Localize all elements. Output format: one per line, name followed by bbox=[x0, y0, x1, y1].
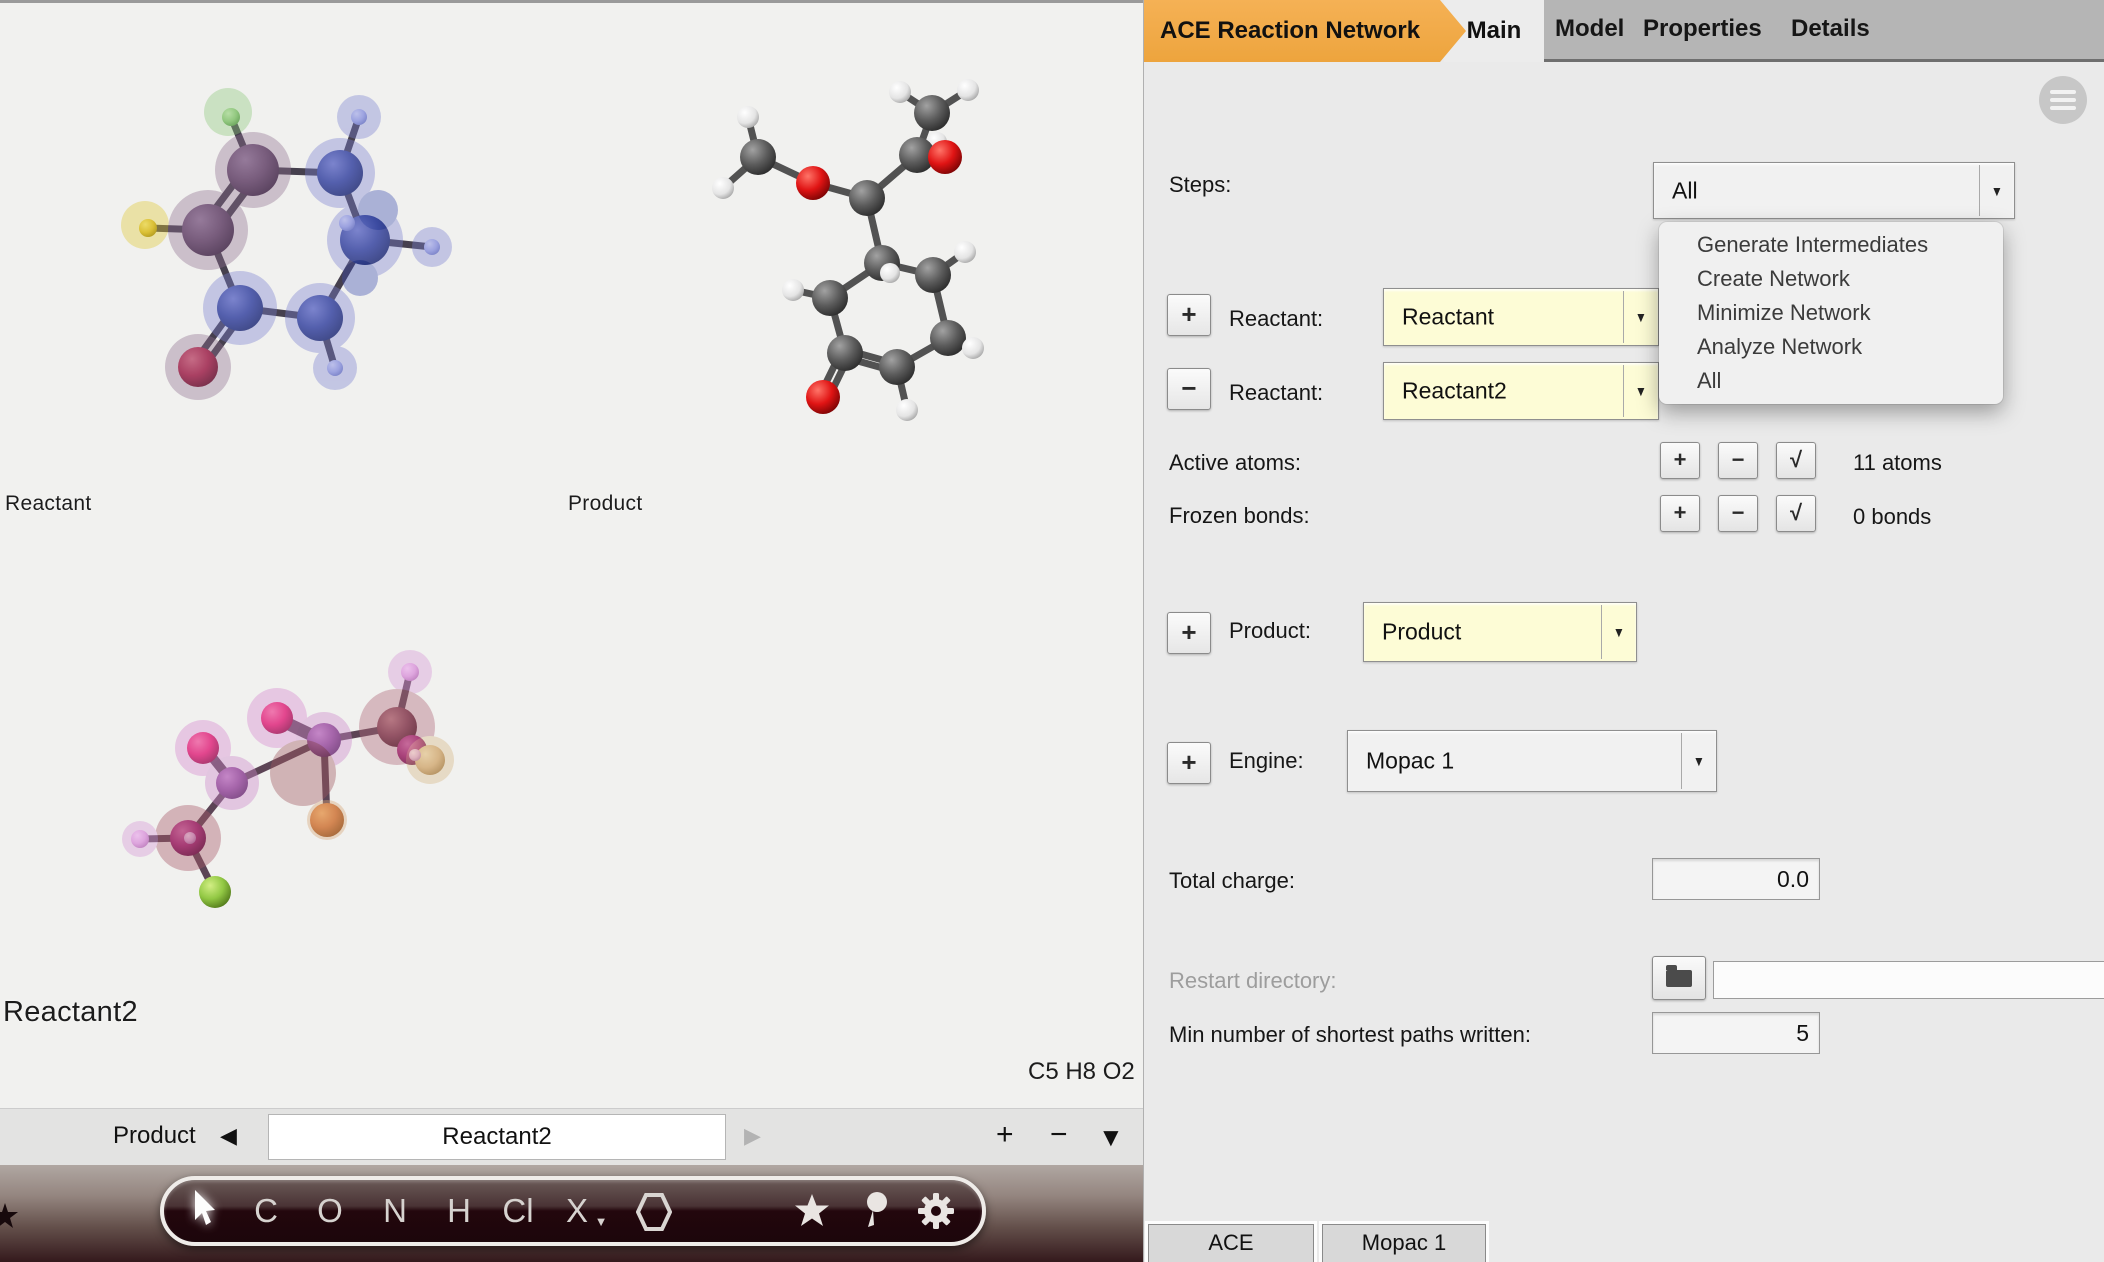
reactant1-label: Reactant: bbox=[1229, 306, 1324, 331]
viewport-nav-bar: Product ◀ ▶ + − ▼ bbox=[0, 1108, 1143, 1166]
frozen-bonds-confirm-button[interactable]: √ bbox=[1776, 495, 1816, 532]
menu-item-generate-intermediates[interactable]: Generate Intermediates bbox=[1659, 228, 2003, 262]
reactant-molecule[interactable] bbox=[60, 60, 480, 430]
element-x-caret-icon[interactable]: ▼ bbox=[595, 1214, 608, 1229]
steps-label: Steps: bbox=[1169, 172, 1232, 197]
reactant2-molecule[interactable] bbox=[100, 630, 580, 970]
prev-structure-label: Product bbox=[113, 1122, 196, 1149]
product-label: Product bbox=[568, 492, 643, 515]
active-atoms-count: 11 atoms bbox=[1853, 450, 1942, 475]
settings-gear-icon[interactable] bbox=[916, 1191, 956, 1231]
panel-menu-icon[interactable] bbox=[2039, 76, 2087, 124]
panel-tab-bar: Model Properties Details bbox=[1543, 0, 2104, 62]
element-button-h[interactable]: H bbox=[447, 1192, 471, 1230]
chemical-formula: C5 H8 O2 bbox=[1028, 1058, 1135, 1085]
frozen-bonds-remove-button[interactable]: − bbox=[1718, 495, 1758, 532]
menu-item-minimize-network[interactable]: Minimize Network bbox=[1659, 296, 2003, 330]
reactant2-row-label: Reactant: bbox=[1229, 380, 1324, 405]
probe-tool-icon[interactable] bbox=[862, 1191, 890, 1231]
product-row-label: Product: bbox=[1229, 618, 1311, 643]
element-button-o[interactable]: O bbox=[317, 1192, 343, 1230]
product-dropdown[interactable]: Product ▼ bbox=[1363, 602, 1637, 662]
favorites-star-icon[interactable] bbox=[794, 1193, 830, 1229]
background-star-icon bbox=[0, 1203, 18, 1228]
panel-title-tab[interactable]: ACE Reaction Network bbox=[1144, 0, 1466, 62]
menu-item-analyze-network[interactable]: Analyze Network bbox=[1659, 330, 2003, 364]
active-atoms-add-button[interactable]: + bbox=[1660, 442, 1700, 479]
reactant2-dropdown-arrow-icon[interactable]: ▼ bbox=[1623, 365, 1658, 417]
add-engine-button[interactable]: + bbox=[1167, 742, 1211, 784]
menu-item-all[interactable]: All bbox=[1659, 364, 2003, 398]
ring-tool-icon[interactable] bbox=[636, 1193, 672, 1231]
min-paths-input[interactable] bbox=[1652, 1012, 1820, 1054]
editor-toolbar-strip: C O N H Cl X ▼ bbox=[0, 1165, 1143, 1262]
molecule-viewport[interactable]: Reactant Product Reactant2 C5 H8 O2 Prod… bbox=[0, 0, 1143, 1262]
product-dropdown-arrow-icon[interactable]: ▼ bbox=[1601, 605, 1636, 659]
restart-directory-input[interactable] bbox=[1713, 961, 2104, 999]
engine-dropdown-arrow-icon[interactable]: ▼ bbox=[1681, 733, 1716, 789]
zoom-out-button[interactable]: − bbox=[1050, 1118, 1068, 1152]
next-structure-button[interactable]: ▶ bbox=[744, 1123, 761, 1149]
frozen-bonds-add-button[interactable]: + bbox=[1660, 495, 1700, 532]
element-button-c[interactable]: C bbox=[254, 1192, 278, 1230]
min-paths-label: Min number of shortest paths written: bbox=[1169, 1022, 1531, 1047]
viewport-top-divider bbox=[0, 0, 1143, 3]
tab-properties[interactable]: Properties bbox=[1643, 15, 1762, 43]
product-molecule[interactable] bbox=[690, 60, 1120, 480]
remove-reactant-button[interactable]: − bbox=[1167, 368, 1211, 410]
reactant2-label: Reactant2 bbox=[3, 996, 138, 1028]
current-structure-input[interactable] bbox=[268, 1114, 726, 1160]
reactant1-dropdown[interactable]: Reactant ▼ bbox=[1383, 288, 1659, 346]
zoom-in-button[interactable]: + bbox=[996, 1118, 1014, 1152]
frozen-bonds-count: 0 bonds bbox=[1853, 504, 1932, 529]
total-charge-label: Total charge: bbox=[1169, 868, 1295, 893]
engine-dropdown[interactable]: Mopac 1 ▼ bbox=[1347, 730, 1717, 792]
application-window: Reactant Product Reactant2 C5 H8 O2 Prod… bbox=[0, 0, 2104, 1262]
prev-structure-button[interactable]: ◀ bbox=[220, 1123, 237, 1149]
tab-model[interactable]: Model bbox=[1555, 15, 1624, 43]
engine-label: Engine: bbox=[1229, 748, 1304, 773]
active-atoms-label: Active atoms: bbox=[1169, 450, 1302, 475]
reactant1-dropdown-arrow-icon[interactable]: ▼ bbox=[1623, 291, 1658, 343]
tab-details[interactable]: Details bbox=[1791, 15, 1870, 43]
add-product-button[interactable]: + bbox=[1167, 612, 1211, 654]
menu-item-create-network[interactable]: Create Network bbox=[1659, 262, 2003, 296]
select-cursor-icon[interactable] bbox=[192, 1190, 218, 1226]
ace-reaction-network-panel: Model Properties Details Main ACE Reacti… bbox=[1143, 0, 2104, 1262]
element-button-cl[interactable]: Cl bbox=[502, 1192, 533, 1230]
steps-dropdown-arrow-icon[interactable]: ▼ bbox=[1979, 165, 2014, 216]
frozen-bonds-label: Frozen bonds: bbox=[1169, 503, 1310, 528]
reactant-label: Reactant bbox=[5, 492, 92, 515]
element-toolbar: C O N H Cl X ▼ bbox=[160, 1176, 986, 1246]
viewport-menu-button[interactable]: ▼ bbox=[1098, 1122, 1124, 1153]
steps-dropdown[interactable]: All ▼ bbox=[1653, 162, 2015, 219]
steps-dropdown-menu: Generate Intermediates Create Network Mi… bbox=[1659, 222, 2003, 404]
total-charge-input[interactable] bbox=[1652, 858, 1820, 900]
element-button-n[interactable]: N bbox=[383, 1192, 407, 1230]
active-atoms-confirm-button[interactable]: √ bbox=[1776, 442, 1816, 479]
add-reactant-button[interactable]: + bbox=[1167, 294, 1211, 336]
bottom-tab-ace[interactable]: ACE bbox=[1148, 1224, 1314, 1262]
active-atoms-remove-button[interactable]: − bbox=[1718, 442, 1758, 479]
bottom-tab-mopac[interactable]: Mopac 1 bbox=[1322, 1224, 1486, 1262]
reactant2-dropdown[interactable]: Reactant2 ▼ bbox=[1383, 362, 1659, 420]
restart-directory-browse-button[interactable] bbox=[1652, 956, 1706, 1000]
element-button-x[interactable]: X bbox=[566, 1192, 588, 1230]
restart-directory-label: Restart directory: bbox=[1169, 968, 1337, 993]
folder-icon bbox=[1666, 965, 1692, 987]
